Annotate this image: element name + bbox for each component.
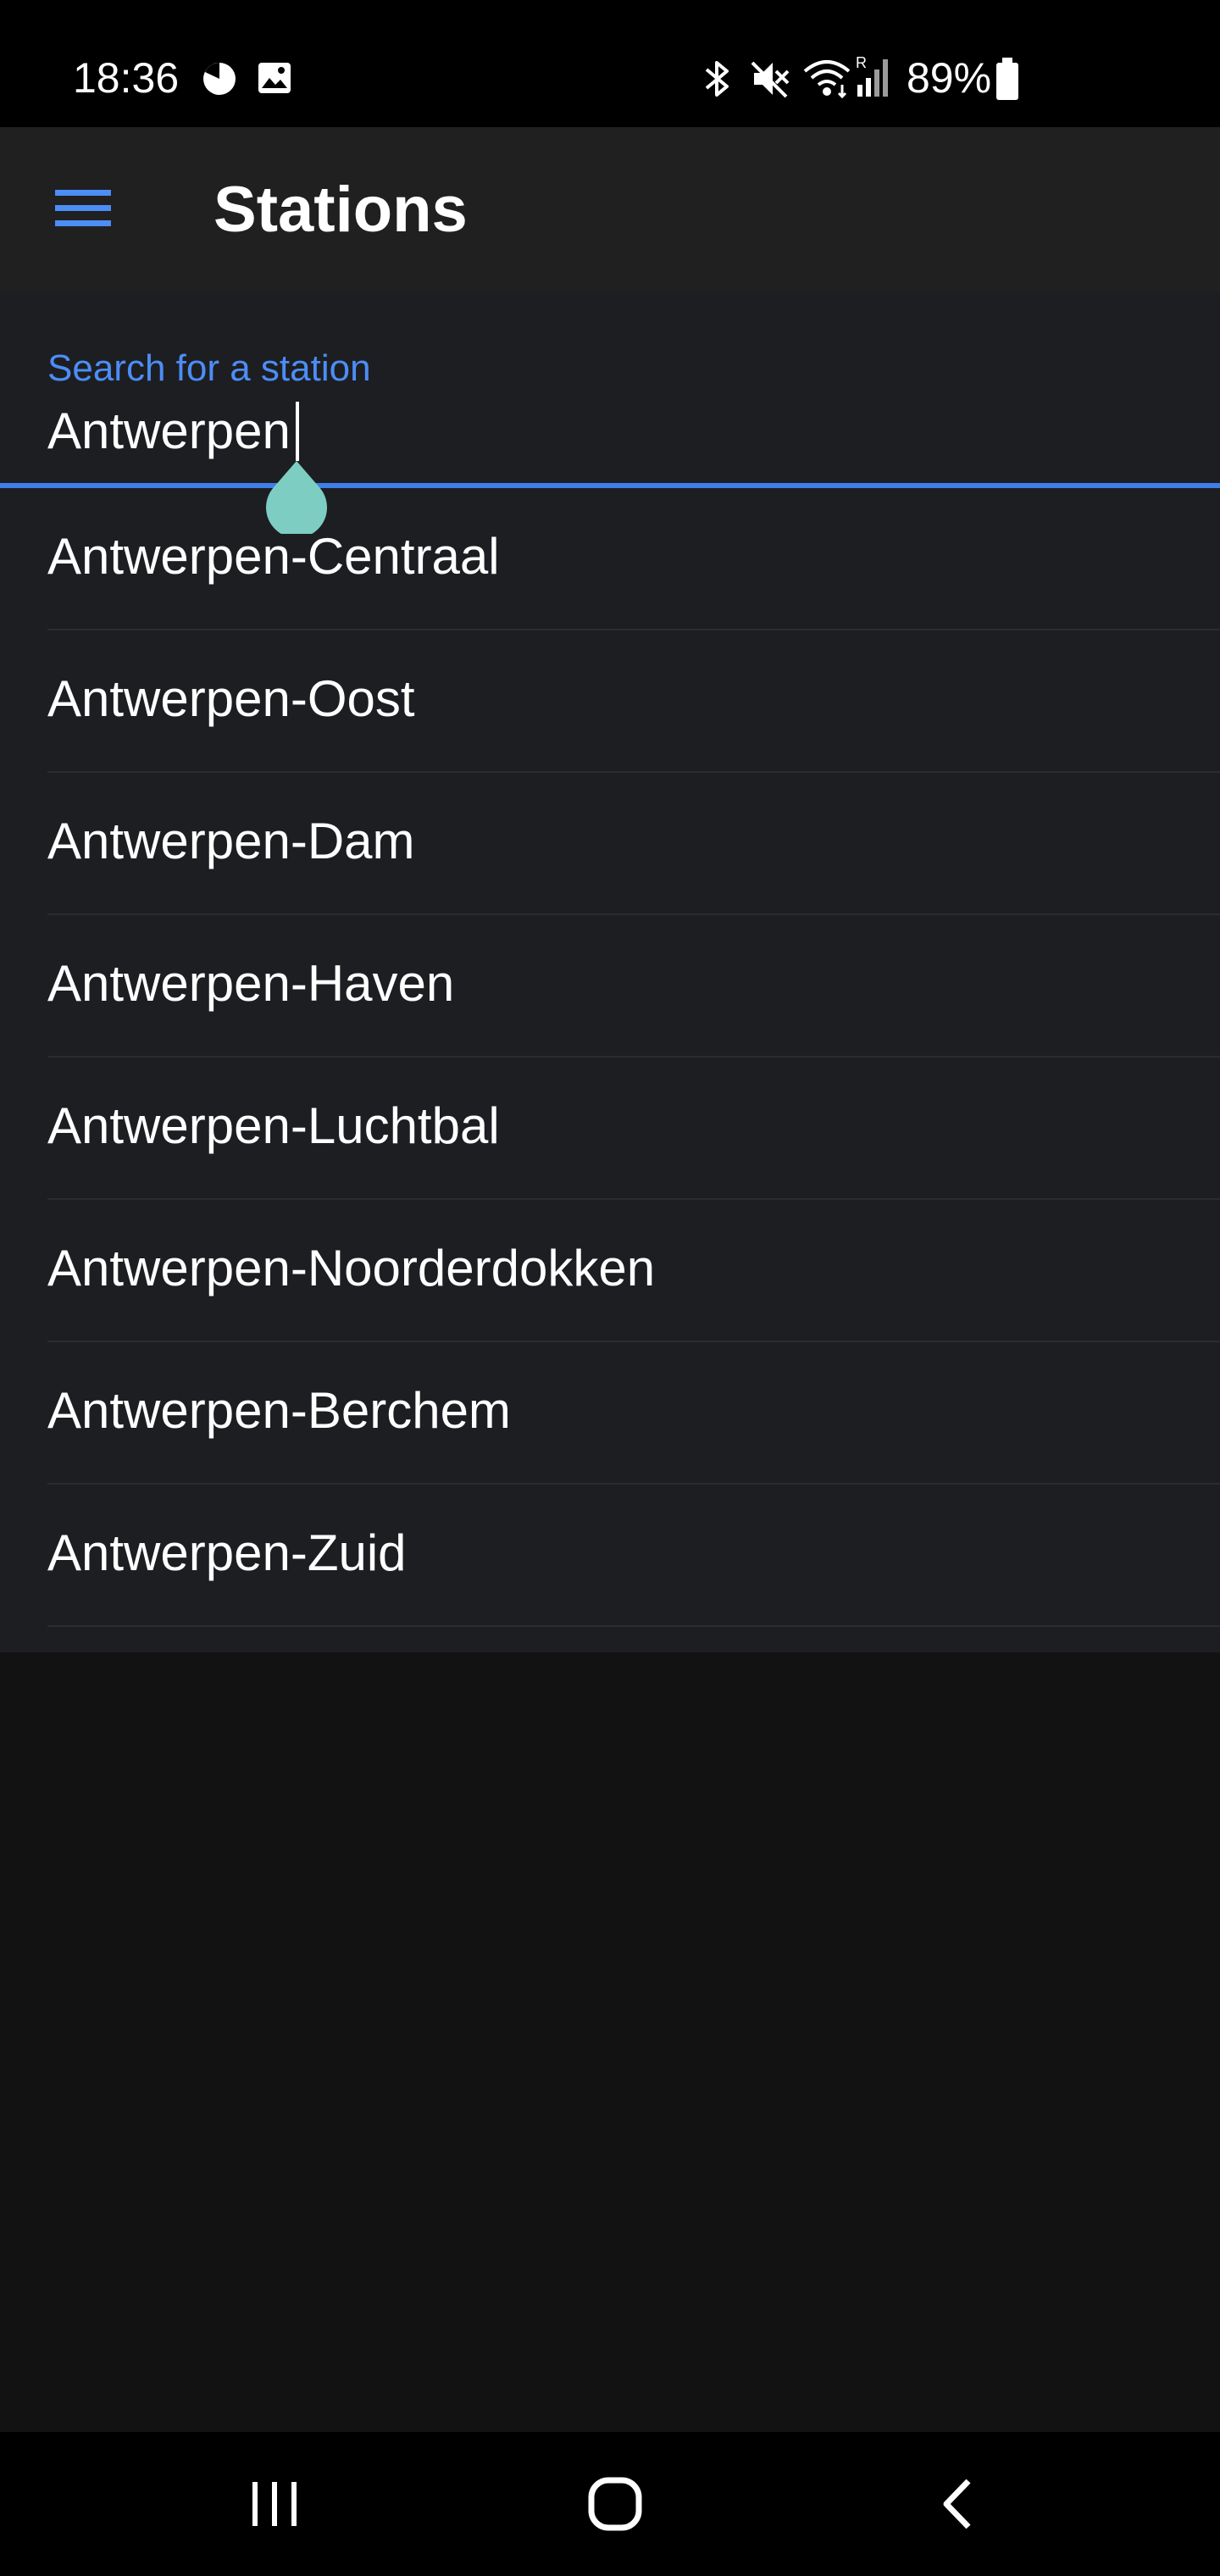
list-item[interactable]: Antwerpen-Dam	[0, 773, 1220, 915]
back-button[interactable]	[898, 2457, 1017, 2551]
clock-pie-icon	[203, 63, 236, 95]
battery-icon	[996, 58, 1018, 100]
gallery-icon	[258, 63, 291, 93]
mute-icon	[751, 61, 790, 98]
search-input[interactable]: Antwerpen	[47, 402, 291, 461]
recent-apps-button[interactable]	[215, 2457, 334, 2551]
list-item[interactable]: Antwerpen-Luchtbal	[0, 1058, 1220, 1200]
home-button[interactable]	[556, 2457, 674, 2551]
list-item[interactable]: Antwerpen-Haven	[0, 915, 1220, 1058]
home-icon	[588, 2477, 642, 2531]
recent-apps-icon	[252, 2482, 297, 2526]
bluetooth-icon	[705, 61, 729, 97]
result-label: Antwerpen-Centraal	[47, 528, 500, 585]
hamburger-menu-icon	[55, 190, 111, 226]
battery-percent: 89%	[907, 54, 992, 102]
result-label: Antwerpen-Berchem	[47, 1382, 511, 1439]
list-item[interactable]: Antwerpen-Centraal	[0, 488, 1220, 630]
signal-icon: R	[856, 54, 888, 97]
list-item[interactable]: Antwerpen-Noorderdokken	[0, 1200, 1220, 1342]
status-bar	[0, 0, 1220, 127]
back-icon	[943, 2479, 971, 2529]
result-label: Antwerpen-Haven	[47, 955, 455, 1012]
list-item[interactable]: Antwerpen-Oost	[0, 630, 1220, 773]
empty-area	[0, 1652, 1220, 2432]
result-label: Antwerpen-Dam	[47, 813, 415, 869]
result-label: Antwerpen-Luchtbal	[47, 1097, 500, 1154]
results-list: Antwerpen-Centraal Antwerpen-Oost Antwer…	[0, 488, 1220, 1627]
page-title: Stations	[214, 174, 468, 246]
app-bar	[0, 127, 1220, 293]
list-item[interactable]: Antwerpen-Zuid	[0, 1485, 1220, 1627]
result-label: Antwerpen-Noorderdokken	[47, 1240, 656, 1296]
result-label: Antwerpen-Zuid	[47, 1524, 407, 1581]
result-label: Antwerpen-Oost	[47, 670, 415, 727]
text-caret	[296, 402, 299, 461]
wifi-icon	[803, 60, 851, 98]
status-time: 18:36	[73, 54, 180, 102]
list-item[interactable]: Antwerpen-Berchem	[0, 1342, 1220, 1485]
search-label: Search for a station	[47, 347, 371, 389]
menu-button[interactable]	[39, 164, 127, 253]
svg-text:R: R	[856, 54, 867, 71]
